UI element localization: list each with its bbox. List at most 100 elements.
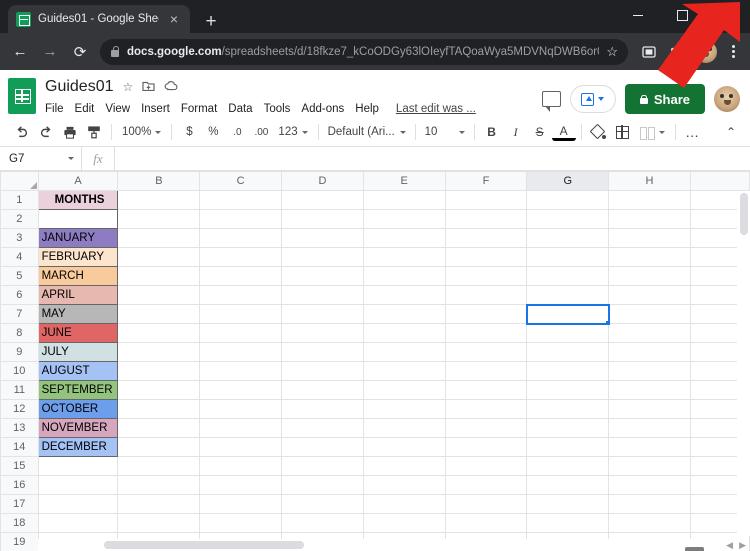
cell-A14[interactable]: DECEMBER <box>37 437 119 457</box>
column-header-f[interactable]: F <box>444 171 528 191</box>
cell-A17[interactable] <box>37 494 119 514</box>
present-button[interactable] <box>569 85 616 113</box>
cell-A7[interactable]: MAY <box>37 304 119 324</box>
cell-F16[interactable] <box>444 475 528 495</box>
cell-F3[interactable] <box>444 228 528 248</box>
cell-A18[interactable] <box>37 513 119 533</box>
cell-H5[interactable] <box>608 266 691 286</box>
zoom-control[interactable]: 100% <box>117 121 166 144</box>
print-icon[interactable] <box>58 121 82 144</box>
cell-E13[interactable] <box>362 418 446 438</box>
cell-H17[interactable] <box>608 494 691 514</box>
scroll-left-icon[interactable]: ◀ <box>726 540 733 551</box>
cell-B13[interactable] <box>117 418 201 438</box>
cell-C9[interactable] <box>199 342 283 362</box>
cell-B8[interactable] <box>117 323 201 343</box>
increase-decimal-button[interactable]: .00 <box>249 121 273 144</box>
cell-E3[interactable] <box>362 228 446 248</box>
collapse-toolbar-icon[interactable]: ⌃ <box>722 125 740 139</box>
row-header-2[interactable]: 2 <box>0 209 39 229</box>
cell-B11[interactable] <box>117 380 201 400</box>
cell-A2[interactable] <box>37 209 119 229</box>
user-avatar[interactable] <box>714 86 740 112</box>
menu-addons[interactable]: Add-ons <box>301 103 344 115</box>
share-button[interactable]: Share <box>624 84 705 114</box>
cell-B1[interactable] <box>117 190 201 210</box>
cell-B12[interactable] <box>117 399 201 419</box>
cell-G18[interactable] <box>526 513 610 533</box>
cell-D6[interactable] <box>281 285 364 305</box>
cell-H8[interactable] <box>608 323 691 343</box>
row-header-13[interactable]: 13 <box>0 418 39 438</box>
row-header-11[interactable]: 11 <box>0 380 39 400</box>
menu-help[interactable]: Help <box>355 103 379 115</box>
cell-C13[interactable] <box>199 418 283 438</box>
column-header-b[interactable]: B <box>117 171 201 191</box>
row-header-10[interactable]: 10 <box>0 361 39 381</box>
cell-F4[interactable] <box>444 247 528 267</box>
row-header-9[interactable]: 9 <box>0 342 39 362</box>
cell-D4[interactable] <box>281 247 364 267</box>
cell-C14[interactable] <box>199 437 283 457</box>
cell-A9[interactable]: JULY <box>37 342 119 362</box>
row-header-14[interactable]: 14 <box>0 437 39 457</box>
cell-D1[interactable] <box>281 190 364 210</box>
decrease-decimal-button[interactable]: .0 <box>225 121 249 144</box>
redo-icon[interactable] <box>34 121 58 144</box>
row-header-5[interactable]: 5 <box>0 266 39 286</box>
back-icon[interactable]: ← <box>6 38 34 66</box>
cell-C17[interactable] <box>199 494 283 514</box>
cell-C6[interactable] <box>199 285 283 305</box>
cell-B2[interactable] <box>117 209 201 229</box>
cell-H11[interactable] <box>608 380 691 400</box>
cell-F12[interactable] <box>444 399 528 419</box>
cell-G6[interactable] <box>526 285 610 305</box>
cell-E8[interactable] <box>362 323 446 343</box>
cell-F13[interactable] <box>444 418 528 438</box>
formula-input[interactable] <box>115 147 750 170</box>
cell-H12[interactable] <box>608 399 691 419</box>
text-color-button[interactable]: A <box>551 123 576 141</box>
cell-C15[interactable] <box>199 456 283 476</box>
cell-H1[interactable] <box>608 190 691 210</box>
italic-button[interactable]: I <box>504 121 528 144</box>
column-header-a[interactable]: A <box>37 171 119 191</box>
cell-C18[interactable] <box>199 513 283 533</box>
cell-C12[interactable] <box>199 399 283 419</box>
font-size-select[interactable]: 10 <box>421 121 469 144</box>
cell-D16[interactable] <box>281 475 364 495</box>
bold-button[interactable]: B <box>480 121 504 144</box>
merge-cells-button[interactable] <box>635 121 670 144</box>
cell-B18[interactable] <box>117 513 201 533</box>
move-to-folder-icon[interactable] <box>142 81 155 94</box>
cell-G4[interactable] <box>526 247 610 267</box>
extensions-puzzle-icon[interactable] <box>664 39 690 65</box>
cell-H15[interactable] <box>608 456 691 476</box>
row-header-7[interactable]: 7 <box>0 304 39 324</box>
row-header-17[interactable]: 17 <box>0 494 39 514</box>
cell-G9[interactable] <box>526 342 610 362</box>
cell-B6[interactable] <box>117 285 201 305</box>
cell-E5[interactable] <box>362 266 446 286</box>
cell-A5[interactable]: MARCH <box>37 266 119 286</box>
new-tab-button[interactable]: + <box>200 12 222 31</box>
star-icon[interactable]: ☆ <box>123 81 134 93</box>
cell-G5[interactable] <box>526 266 610 286</box>
cell-C4[interactable] <box>199 247 283 267</box>
cell-A8[interactable]: JUNE <box>37 323 119 343</box>
cell-G15[interactable] <box>526 456 610 476</box>
menu-insert[interactable]: Insert <box>141 103 170 115</box>
cell-C8[interactable] <box>199 323 283 343</box>
cell-E4[interactable] <box>362 247 446 267</box>
menu-view[interactable]: View <box>105 103 130 115</box>
percent-format-button[interactable]: % <box>201 121 225 144</box>
borders-button[interactable] <box>611 121 635 144</box>
media-cast-icon[interactable] <box>636 39 662 65</box>
cell-B9[interactable] <box>117 342 201 362</box>
cell-B17[interactable] <box>117 494 201 514</box>
cell-E11[interactable] <box>362 380 446 400</box>
row-header-3[interactable]: 3 <box>0 228 39 248</box>
row-header-15[interactable]: 15 <box>0 456 39 476</box>
cell-E17[interactable] <box>362 494 446 514</box>
select-all-corner[interactable] <box>0 171 39 191</box>
